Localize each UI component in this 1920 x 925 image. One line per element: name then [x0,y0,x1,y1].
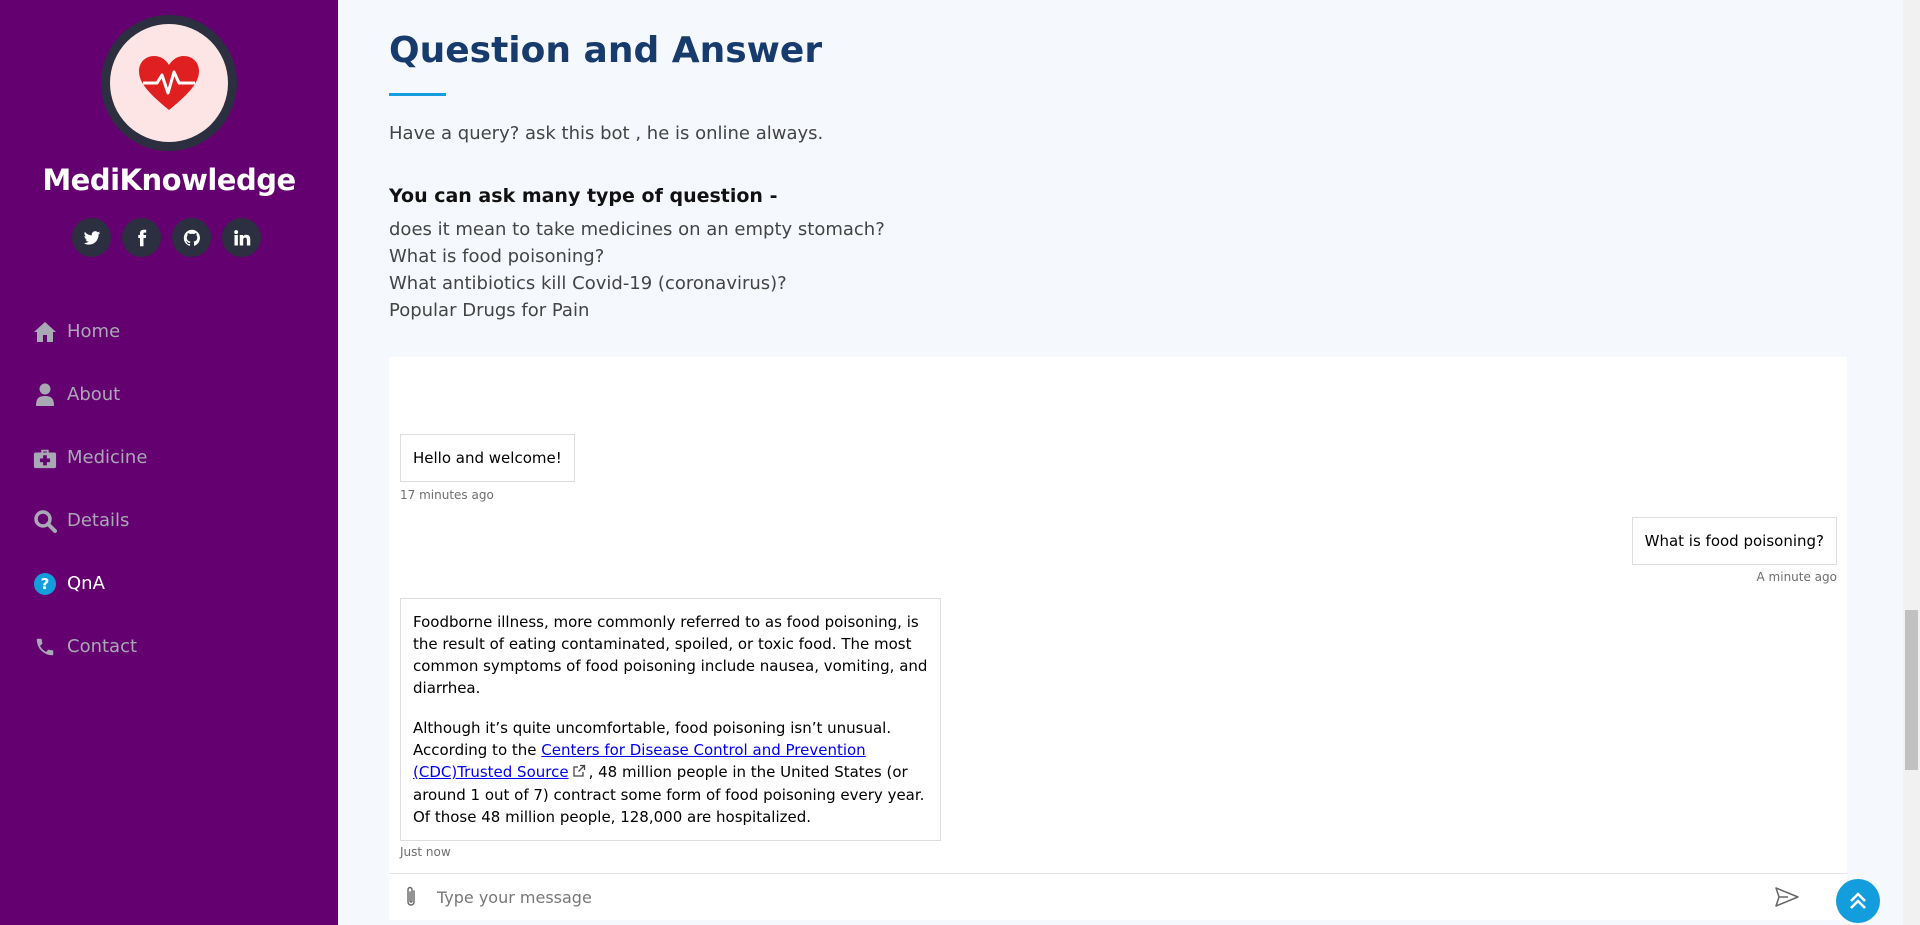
nav-label: About [67,384,121,405]
send-icon [1775,887,1799,907]
example-question: does it mean to take medicines on an emp… [389,219,885,240]
double-chevron-up-icon [1850,892,1866,909]
logo [101,15,237,151]
example-question: What antibiotics kill Covid-19 (coronavi… [389,273,787,294]
linkedin-link[interactable] [222,218,261,257]
message-paragraph: Foodborne illness, more commonly referre… [413,613,928,697]
facebook-link[interactable] [122,218,161,257]
examples-heading: You can ask many type of question - [389,185,778,207]
back-to-top-button[interactable] [1836,879,1880,923]
chat-input-bar [389,873,1847,920]
bot-message: Hello and welcome! [400,434,575,482]
example-question: Popular Drugs for Pain [389,300,590,321]
example-question: What is food poisoning? [389,246,605,267]
chat-widget: Hello and welcome! 17 minutes ago What i… [389,357,1847,920]
page-title: Question and Answer [389,30,823,71]
twitter-icon [83,230,100,245]
paperclip-icon [407,886,415,906]
nav-label: Medicine [67,447,148,468]
heartbeat-icon [139,56,199,110]
search-icon [33,509,57,533]
message-text: What is food poisoning? [1644,532,1824,550]
brand-name: MediKnowledge [42,163,296,197]
phone-icon [33,635,57,659]
github-icon [183,229,200,246]
home-icon [33,320,57,344]
sidebar: MediKnowledge Home About Medicine Detail… [0,0,338,925]
nav-item-details[interactable]: Details [33,489,147,552]
nav-item-qna[interactable]: ? QnA [33,552,147,615]
social-links [72,218,261,257]
message-time: A minute ago [1756,570,1837,584]
nav-label: Contact [67,636,138,657]
github-link[interactable] [172,218,211,257]
nav-label: Details [67,510,130,531]
external-link-icon [572,762,586,784]
nav-label: QnA [67,573,105,594]
message-time: Just now [400,845,451,859]
intro-text: Have a query? ask this bot , he is onlin… [389,123,824,144]
bot-message: Foodborne illness, more commonly referre… [400,598,941,841]
nav-label: Home [67,321,121,342]
scrollbar-thumb[interactable] [1905,610,1918,770]
linkedin-icon [233,229,250,245]
send-button[interactable] [1767,887,1807,907]
medkit-icon [33,446,57,470]
nav-item-contact[interactable]: Contact [33,615,147,678]
sidebar-nav: Home About Medicine Details ? QnA Contac… [33,300,147,678]
message-time: 17 minutes ago [400,488,494,502]
user-icon [33,383,57,407]
attach-button[interactable] [389,885,433,909]
nav-item-about[interactable]: About [33,363,147,426]
message-input[interactable] [437,887,1767,907]
svg-text:?: ? [41,575,50,593]
message-text: Hello and welcome! [413,449,562,467]
page-scrollbar[interactable] [1903,0,1920,925]
user-message: What is food poisoning? [1631,517,1837,565]
title-underline [389,93,446,96]
nav-item-home[interactable]: Home [33,300,147,363]
twitter-link[interactable] [72,218,111,257]
question-circle-icon: ? [33,572,57,596]
example-questions: does it mean to take medicines on an emp… [389,216,885,324]
facebook-icon [137,229,146,246]
message-paragraph: Although it’s quite uncomfortable, food … [413,719,925,826]
nav-item-medicine[interactable]: Medicine [33,426,147,489]
